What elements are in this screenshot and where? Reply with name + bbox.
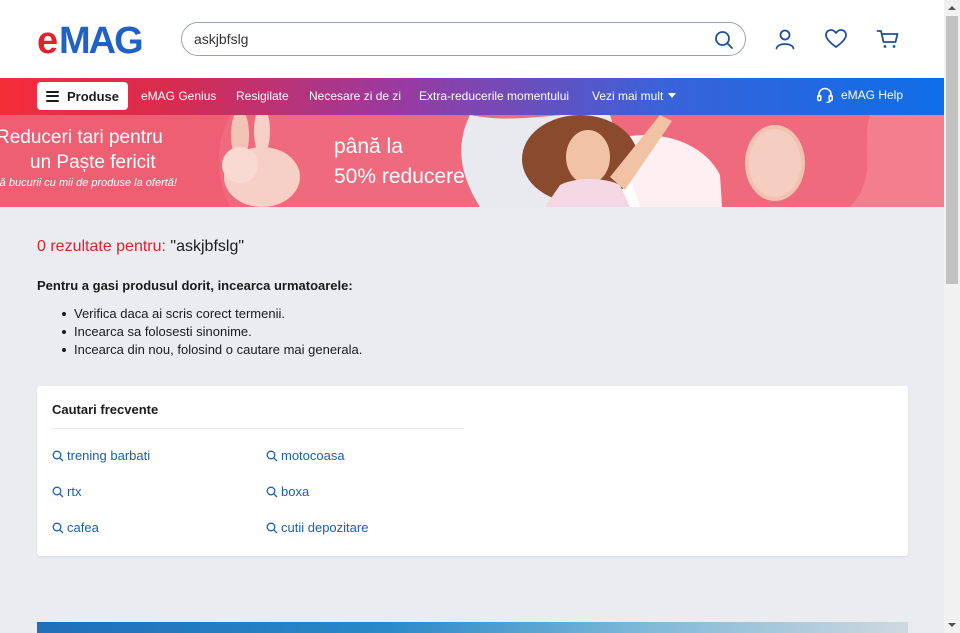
frequent-search-link[interactable]: motocoasa [266, 448, 345, 463]
caret-up-icon [948, 6, 956, 10]
frequent-search-label: boxa [281, 484, 310, 499]
cart-button[interactable] [875, 26, 901, 52]
search-icon [266, 450, 278, 461]
frequent-search-link[interactable]: rtx [52, 484, 81, 499]
search-icon [52, 522, 64, 533]
search-input[interactable] [194, 23, 704, 55]
main-nav: Produse eMAG Genius Resigilate Necesare … [0, 78, 944, 115]
search-icon [266, 522, 278, 533]
tips-heading: Pentru a gasi produsul dorit, incearca u… [37, 278, 353, 293]
produse-menu-button[interactable]: Produse [37, 82, 128, 110]
account-icon [775, 29, 795, 50]
heart-icon [825, 29, 847, 48]
banner-line2: un Paște fericit [30, 152, 156, 173]
page-scrollbar[interactable] [944, 0, 960, 633]
search-icon [266, 486, 278, 497]
nav-link-emag-genius[interactable]: eMAG Genius [141, 89, 216, 103]
chevron-down-icon [668, 93, 677, 98]
frequent-search-link[interactable]: cutii depozitare [266, 520, 368, 535]
search-icon [715, 31, 733, 49]
svg-text:e: e [37, 20, 57, 58]
banner-line1: Reduceri tari pentru [0, 127, 163, 148]
search-icon [52, 486, 64, 497]
banner-pana-la: până la [334, 135, 403, 158]
frequent-search-label: rtx [67, 484, 82, 499]
tip-item: Verifica daca ai scris corect termenii. [61, 305, 362, 323]
results-query: "askjbfslg" [170, 238, 245, 255]
frequent-search-link[interactable]: trening barbati [52, 448, 150, 463]
tips-list: Verifica daca ai scris corect termenii. … [61, 305, 363, 359]
results-count: 0 rezultate pentru: [37, 238, 166, 255]
cart-icon [876, 30, 899, 48]
search-button[interactable] [711, 27, 737, 53]
hamburger-icon [46, 90, 59, 102]
nav-link-vezi-mai-mult[interactable]: Vezi mai mult [592, 89, 677, 103]
emag-logo[interactable]: e MAG [37, 20, 164, 58]
banner-line3: ră bucurii cu mii de produse la ofertă! [0, 177, 177, 189]
favorites-button[interactable] [823, 26, 849, 52]
site-header: e MAG [0, 0, 944, 78]
vezi-mai-mult-label: Vezi mai mult [592, 89, 664, 103]
tip-item: Incearca sa folosesti sinonime. [61, 323, 362, 341]
headset-icon [817, 87, 833, 103]
emag-help-link[interactable]: eMAG Help [816, 86, 903, 104]
nav-link-resigilate[interactable]: Resigilate [236, 89, 289, 103]
scrollbar-thumb[interactable] [946, 16, 958, 284]
search-bar [181, 22, 746, 56]
promo-banner[interactable]: Reduceri tari pentru un Paște fericit ră… [0, 115, 944, 207]
search-icon [52, 450, 64, 461]
frequent-searches-title: Cautari frecvente [52, 402, 159, 417]
nav-link-necesare[interactable]: Necesare zi de zi [309, 89, 401, 103]
emag-help-label: eMAG Help [841, 88, 904, 102]
account-button[interactable] [772, 26, 798, 52]
frequent-search-link[interactable]: boxa [266, 484, 309, 499]
svg-text:MAG: MAG [59, 20, 142, 58]
tip-item: Incearca din nou, folosind o cautare mai… [61, 342, 363, 357]
scroll-up-button[interactable] [944, 0, 960, 16]
frequent-search-label: cafea [67, 520, 99, 535]
banner-discount: 50% reducere [334, 165, 465, 188]
scroll-down-button[interactable] [944, 617, 960, 633]
frequent-searches-card: Cautari frecvente trening barbati motoco… [37, 386, 908, 556]
frequent-search-label: cutii depozitare [281, 520, 369, 535]
frequent-search-link[interactable]: cafea [52, 520, 99, 535]
nav-link-extra-reduceri[interactable]: Extra-reducerile momentului [419, 89, 569, 103]
bottom-promo-banner[interactable] [37, 622, 908, 633]
frequent-search-label: motocoasa [281, 448, 345, 463]
produse-label: Produse [67, 88, 120, 104]
caret-down-icon [948, 623, 956, 627]
results-title: 0 rezultate pentru: "askjbfslg" [37, 238, 244, 256]
divider [52, 428, 464, 429]
frequent-search-label: trening barbati [67, 448, 151, 463]
